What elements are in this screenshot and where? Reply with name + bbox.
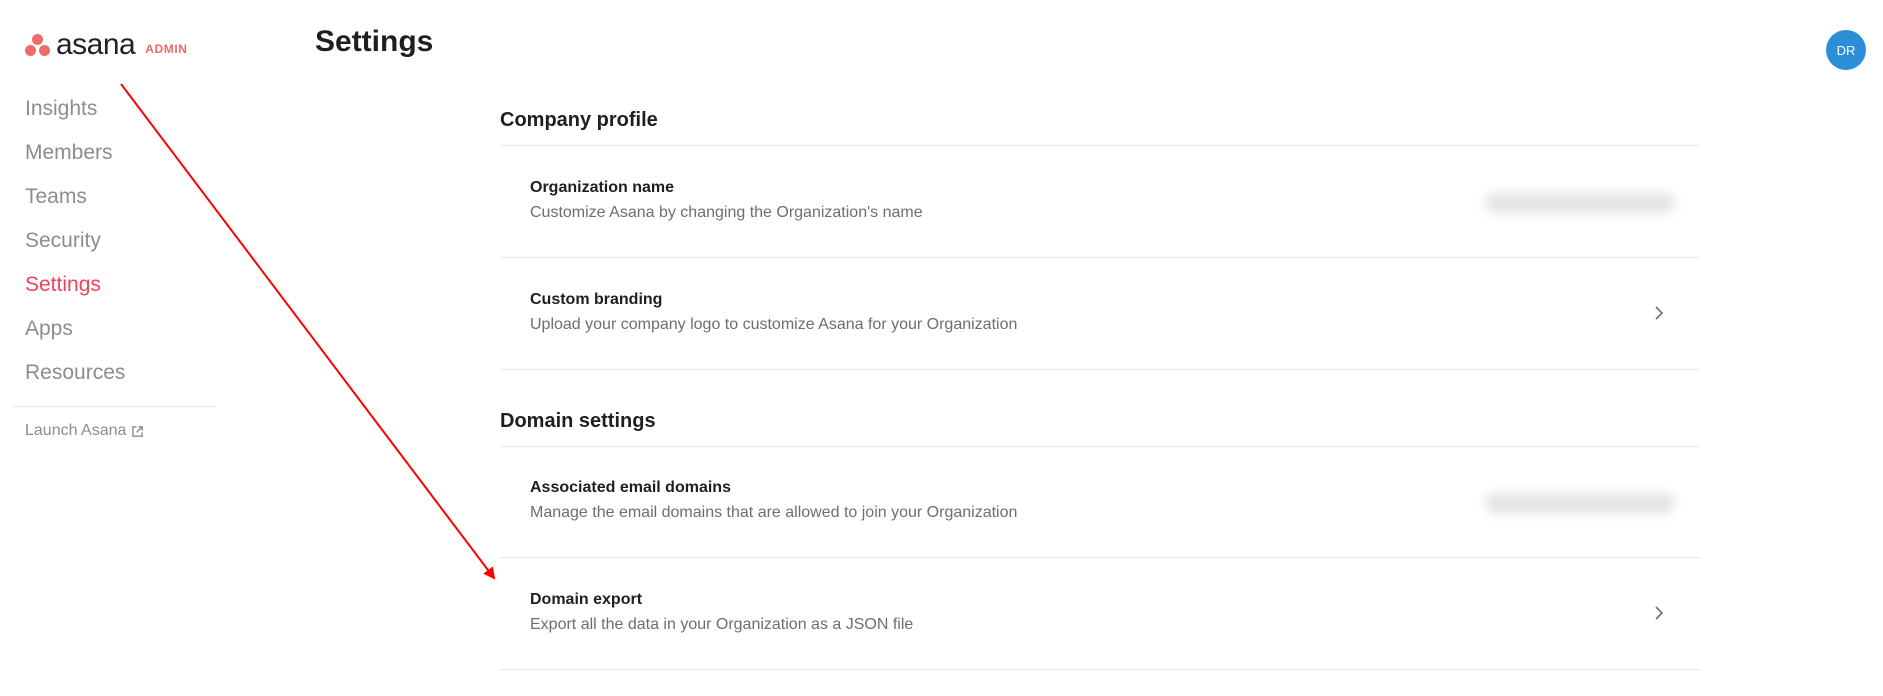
row-title: Custom branding <box>530 291 663 308</box>
row-title: Associated email domains <box>530 479 731 496</box>
user-avatar[interactable]: DR <box>1826 30 1866 70</box>
chevron-right-icon <box>1655 306 1664 320</box>
row-title: Domain export <box>530 591 643 608</box>
launch-asana-link[interactable]: Launch Asana <box>25 422 144 440</box>
chevron-right-icon <box>1655 606 1664 620</box>
organization-name-value-blurred <box>1485 192 1675 214</box>
sidebar-divider <box>14 406 216 407</box>
asana-admin-logo[interactable]: asana ADMIN <box>24 30 188 60</box>
logo-wordmark: asana <box>56 28 136 61</box>
sidebar-item-settings[interactable]: Settings <box>25 268 125 312</box>
company-profile-heading: Company profile <box>500 109 658 131</box>
admin-badge: ADMIN <box>145 42 188 56</box>
asana-logo-icon <box>24 32 52 58</box>
sidebar-nav: Insights Members Teams Security Settings… <box>25 92 125 400</box>
external-link-icon <box>132 425 144 437</box>
associated-email-domains-row[interactable]: Associated email domains Manage the emai… <box>500 446 1700 558</box>
row-description: Export all the data in your Organization… <box>530 616 914 633</box>
sidebar-item-apps[interactable]: Apps <box>25 312 125 356</box>
sidebar-item-security[interactable]: Security <box>25 224 125 268</box>
sidebar-item-teams[interactable]: Teams <box>25 180 125 224</box>
email-domains-value-blurred <box>1485 492 1675 514</box>
row-description: Manage the email domains that are allowe… <box>530 504 1018 521</box>
domain-export-row[interactable]: Domain export Export all the data in you… <box>500 558 1700 670</box>
row-description: Upload your company logo to customize As… <box>530 316 1018 333</box>
row-description: Customize Asana by changing the Organiza… <box>530 204 923 221</box>
launch-asana-label: Launch Asana <box>25 422 127 439</box>
sidebar-item-resources[interactable]: Resources <box>25 356 125 400</box>
organization-name-row[interactable]: Organization name Customize Asana by cha… <box>500 146 1700 258</box>
sidebar-item-members[interactable]: Members <box>25 136 125 180</box>
page-title: Settings <box>315 25 434 58</box>
sidebar: asana ADMIN Insights Members Teams Secur… <box>0 0 230 696</box>
custom-branding-row[interactable]: Custom branding Upload your company logo… <box>500 258 1700 370</box>
sidebar-item-insights[interactable]: Insights <box>25 92 125 136</box>
row-title: Organization name <box>530 179 675 196</box>
domain-settings-heading: Domain settings <box>500 410 656 432</box>
